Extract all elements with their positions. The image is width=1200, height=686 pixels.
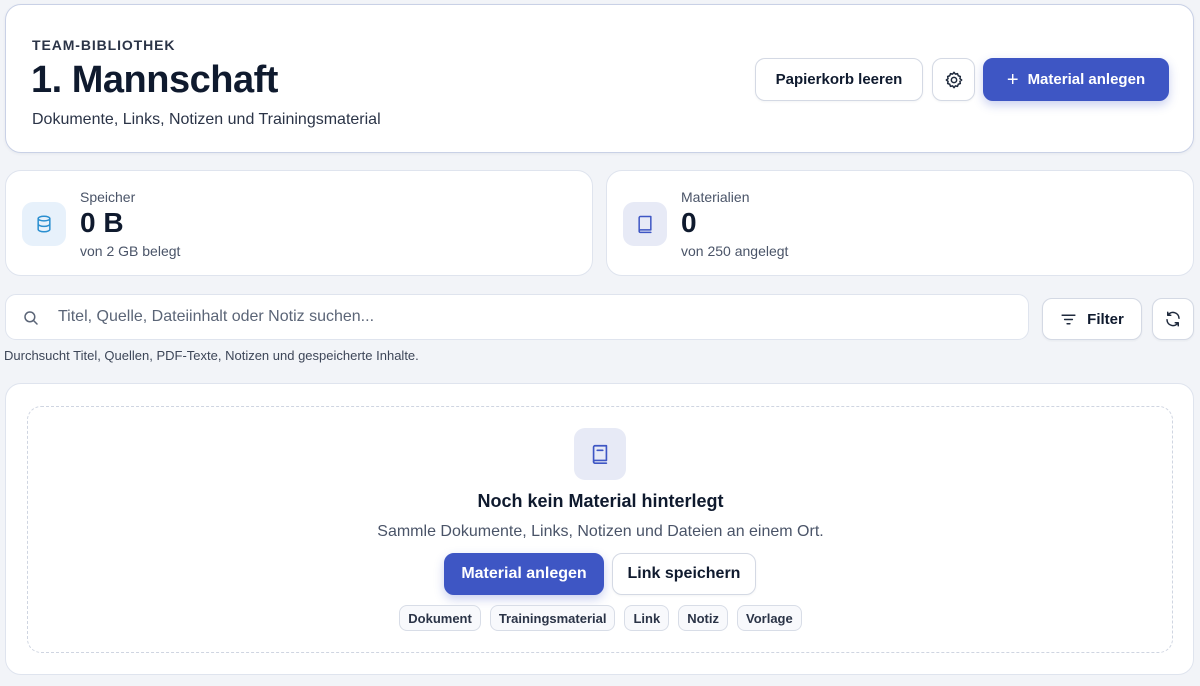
type-chip-notiz: Notiz bbox=[678, 605, 728, 631]
search-box bbox=[5, 294, 1029, 340]
empty-add-material-label: Material anlegen bbox=[461, 565, 587, 582]
refresh-button[interactable] bbox=[1152, 298, 1194, 340]
database-icon bbox=[37, 215, 51, 233]
library-header-card: TEAM-BIBLIOTHEK 1. Mannschaft Dokumente,… bbox=[5, 4, 1194, 153]
search-icon bbox=[24, 311, 38, 325]
gear-icon bbox=[945, 71, 962, 88]
empty-trash-button[interactable]: Papierkorb leeren bbox=[755, 58, 923, 101]
type-chip-vorlage: Vorlage bbox=[737, 605, 802, 631]
settings-button[interactable] bbox=[932, 58, 975, 101]
empty-state-icon-tile bbox=[574, 428, 626, 480]
materials-stat-card: Materialien 0 von 250 angelegt bbox=[606, 170, 1194, 276]
eyebrow-label: TEAM-BIBLIOTHEK bbox=[32, 37, 176, 53]
save-link-button[interactable]: Link speichern bbox=[612, 553, 756, 595]
materials-sub: von 250 angelegt bbox=[681, 243, 789, 259]
storage-icon-tile bbox=[22, 202, 66, 246]
save-link-label: Link speichern bbox=[627, 565, 741, 582]
empty-add-material-button[interactable]: Material anlegen bbox=[444, 553, 604, 595]
add-material-label: Material anlegen bbox=[1027, 71, 1146, 88]
book-icon bbox=[638, 215, 652, 234]
materials-list-card: Noch kein Material hinterlegt Sammle Dok… bbox=[5, 383, 1194, 675]
refresh-icon bbox=[1166, 311, 1180, 327]
material-type-chips: Dokument Trainingsmaterial Link Notiz Vo… bbox=[6, 605, 1195, 631]
materials-icon-tile bbox=[623, 202, 667, 246]
storage-sub: von 2 GB belegt bbox=[80, 243, 181, 259]
plus-icon: + bbox=[1006, 68, 1019, 91]
search-hint: Durchsucht Titel, Quellen, PDF-Texte, No… bbox=[4, 348, 419, 363]
storage-label: Speicher bbox=[80, 189, 136, 205]
filter-label: Filter bbox=[1087, 310, 1124, 328]
type-chip-dokument: Dokument bbox=[399, 605, 481, 631]
materials-label: Materialien bbox=[681, 189, 750, 205]
materials-value: 0 bbox=[681, 207, 697, 238]
search-input[interactable] bbox=[58, 295, 1018, 339]
page-subtitle: Dokumente, Links, Notizen und Trainingsm… bbox=[32, 111, 381, 128]
empty-trash-label: Papierkorb leeren bbox=[775, 71, 903, 88]
empty-state-title: Noch kein Material hinterlegt bbox=[477, 491, 724, 511]
storage-value: 0 B bbox=[80, 207, 124, 238]
type-chip-link: Link bbox=[624, 605, 670, 631]
filter-icon bbox=[1061, 314, 1076, 324]
page-title: 1. Mannschaft bbox=[31, 59, 278, 101]
add-material-button[interactable]: + Material anlegen bbox=[983, 58, 1169, 101]
storage-stat-card: Speicher 0 B von 2 GB belegt bbox=[5, 170, 593, 276]
book-icon bbox=[592, 444, 608, 464]
empty-state-description: Sammle Dokumente, Links, Notizen und Dat… bbox=[377, 523, 824, 540]
type-chip-trainingsmaterial: Trainingsmaterial bbox=[489, 605, 616, 631]
filter-button[interactable]: Filter bbox=[1042, 298, 1142, 340]
